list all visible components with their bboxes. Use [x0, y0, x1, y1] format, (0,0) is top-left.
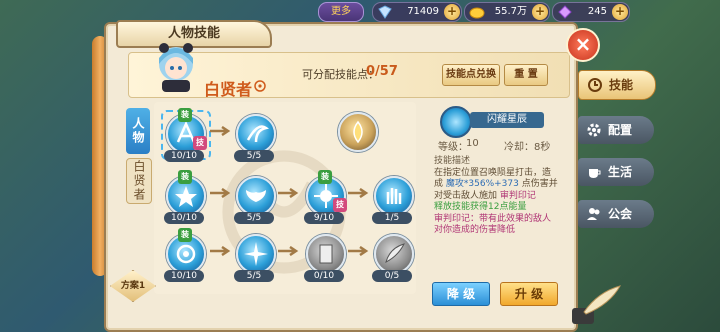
tab-white-sage[interactable]: 白贤者 — [126, 158, 152, 204]
arrow-right-icon — [210, 188, 231, 198]
character-name: 白贤者 — [204, 80, 253, 99]
tab-skill[interactable]: 技能 — [578, 70, 656, 100]
hand-icon — [386, 188, 402, 204]
skill-point-exchange-button[interactable]: 技能点兑换 — [442, 64, 500, 86]
gold-icon — [469, 7, 485, 19]
downgrade-button[interactable]: 降 级 — [432, 282, 490, 306]
level-value: 10 — [466, 138, 479, 149]
skill-node-r2c4[interactable] — [374, 176, 414, 216]
sparkle-icon — [244, 242, 268, 266]
tab-life-label: 生活 — [608, 165, 633, 179]
skill-level: 9/10 — [304, 212, 344, 224]
arrow-right-icon — [210, 126, 231, 136]
add-crystal-button[interactable]: + — [444, 4, 460, 20]
selected-skill-icon — [440, 106, 472, 138]
skill-level: 10/10 — [164, 212, 204, 224]
cup-icon — [589, 169, 601, 178]
swirl-icon — [246, 125, 269, 143]
skill-level: 0/10 — [304, 270, 344, 282]
cooldown-value: 8秒 — [534, 142, 551, 153]
gem-icon — [558, 5, 572, 19]
skill-points-value: 0/57 — [366, 64, 398, 79]
skill-description: 技能描述 在指定位置召唤陨星打击，造成 魔攻*356%+373 点伤害并对受击敌… — [434, 156, 558, 237]
desc-mark-effect: 审判印记：带有此效果的敌人对你造成的伤害降低 — [434, 213, 552, 236]
skill-icon — [588, 78, 602, 92]
equipped-badge: 装 — [178, 108, 192, 122]
currency-gem: 245 + — [552, 2, 630, 22]
skill-badge: 技 — [193, 136, 207, 150]
quill-icon — [572, 285, 622, 324]
skill-level: 10/10 — [164, 270, 204, 282]
skill-level: 5/5 — [234, 150, 274, 162]
skill-level: 0/5 — [372, 270, 412, 282]
wings-icon — [246, 190, 266, 202]
crystal-value: 71409 — [407, 6, 439, 17]
skill-node-r3c3[interactable] — [306, 234, 346, 274]
arrow-right-icon — [348, 188, 369, 198]
arrow-right-icon — [210, 246, 231, 256]
pillar-icon — [319, 244, 333, 264]
flame-icon — [353, 120, 363, 144]
tab-life[interactable]: 生活 — [578, 158, 654, 186]
arrow-right-icon — [278, 188, 299, 198]
cooldown-label: 冷却： — [504, 142, 534, 153]
character-avatar — [159, 43, 193, 92]
desc-title: 技能描述 — [434, 156, 471, 166]
level-label: 等级： — [438, 142, 468, 153]
equipped-badge: 装 — [178, 228, 192, 242]
gear-icon — [587, 123, 601, 137]
add-gold-button[interactable]: + — [532, 4, 548, 20]
desc-formula: 魔攻*356%+373 — [445, 179, 519, 189]
skill-node-r1c3[interactable] — [338, 112, 378, 152]
tab-skill-label: 技能 — [609, 78, 634, 92]
equipped-badge: 装 — [318, 170, 332, 184]
currency-crystal: 71409 + — [372, 2, 462, 22]
tab-config[interactable]: 配置 — [578, 116, 654, 144]
info-icon[interactable] — [254, 80, 266, 92]
skill-node-r3c4[interactable] — [374, 234, 414, 274]
skill-level: 5/5 — [234, 212, 274, 224]
skill-node-r2c2[interactable] — [236, 176, 276, 216]
upgrade-button[interactable]: 升 级 — [500, 282, 558, 306]
reset-button[interactable]: 重 置 — [504, 64, 548, 86]
gem-value: 245 — [587, 6, 607, 17]
tab-guild[interactable]: 公会 — [578, 200, 654, 228]
skill-node-r1c2[interactable] — [236, 114, 276, 154]
tab-character[interactable]: 人物 — [126, 108, 150, 154]
more-button[interactable]: 更多 — [318, 2, 364, 22]
desc-energy: 释放技能获得12点能量 — [434, 202, 527, 212]
skill-level: 5/5 — [234, 270, 274, 282]
add-gem-button[interactable]: + — [612, 4, 628, 20]
arrow-right-icon — [348, 246, 369, 256]
selected-skill-name: 闪耀星辰 — [470, 112, 544, 128]
skill-node-r3c2[interactable] — [236, 234, 276, 274]
currency-gold: 55.7万 + — [464, 2, 550, 22]
arrow-right-icon — [278, 246, 299, 256]
gold-value: 55.7万 — [494, 6, 527, 17]
guild-icon — [587, 208, 600, 220]
skill-badge: 技 — [333, 198, 347, 212]
feather-icon — [385, 243, 405, 263]
desc-mark: 审判印记 — [499, 190, 536, 201]
tab-config-label: 配置 — [608, 123, 633, 137]
equipped-badge: 装 — [178, 170, 192, 184]
skill-level: 10/10 — [164, 150, 204, 162]
skill-level: 1/5 — [372, 212, 412, 224]
crystal-icon — [378, 5, 392, 19]
tab-guild-label: 公会 — [608, 207, 633, 221]
close-button[interactable]: × — [566, 28, 600, 62]
